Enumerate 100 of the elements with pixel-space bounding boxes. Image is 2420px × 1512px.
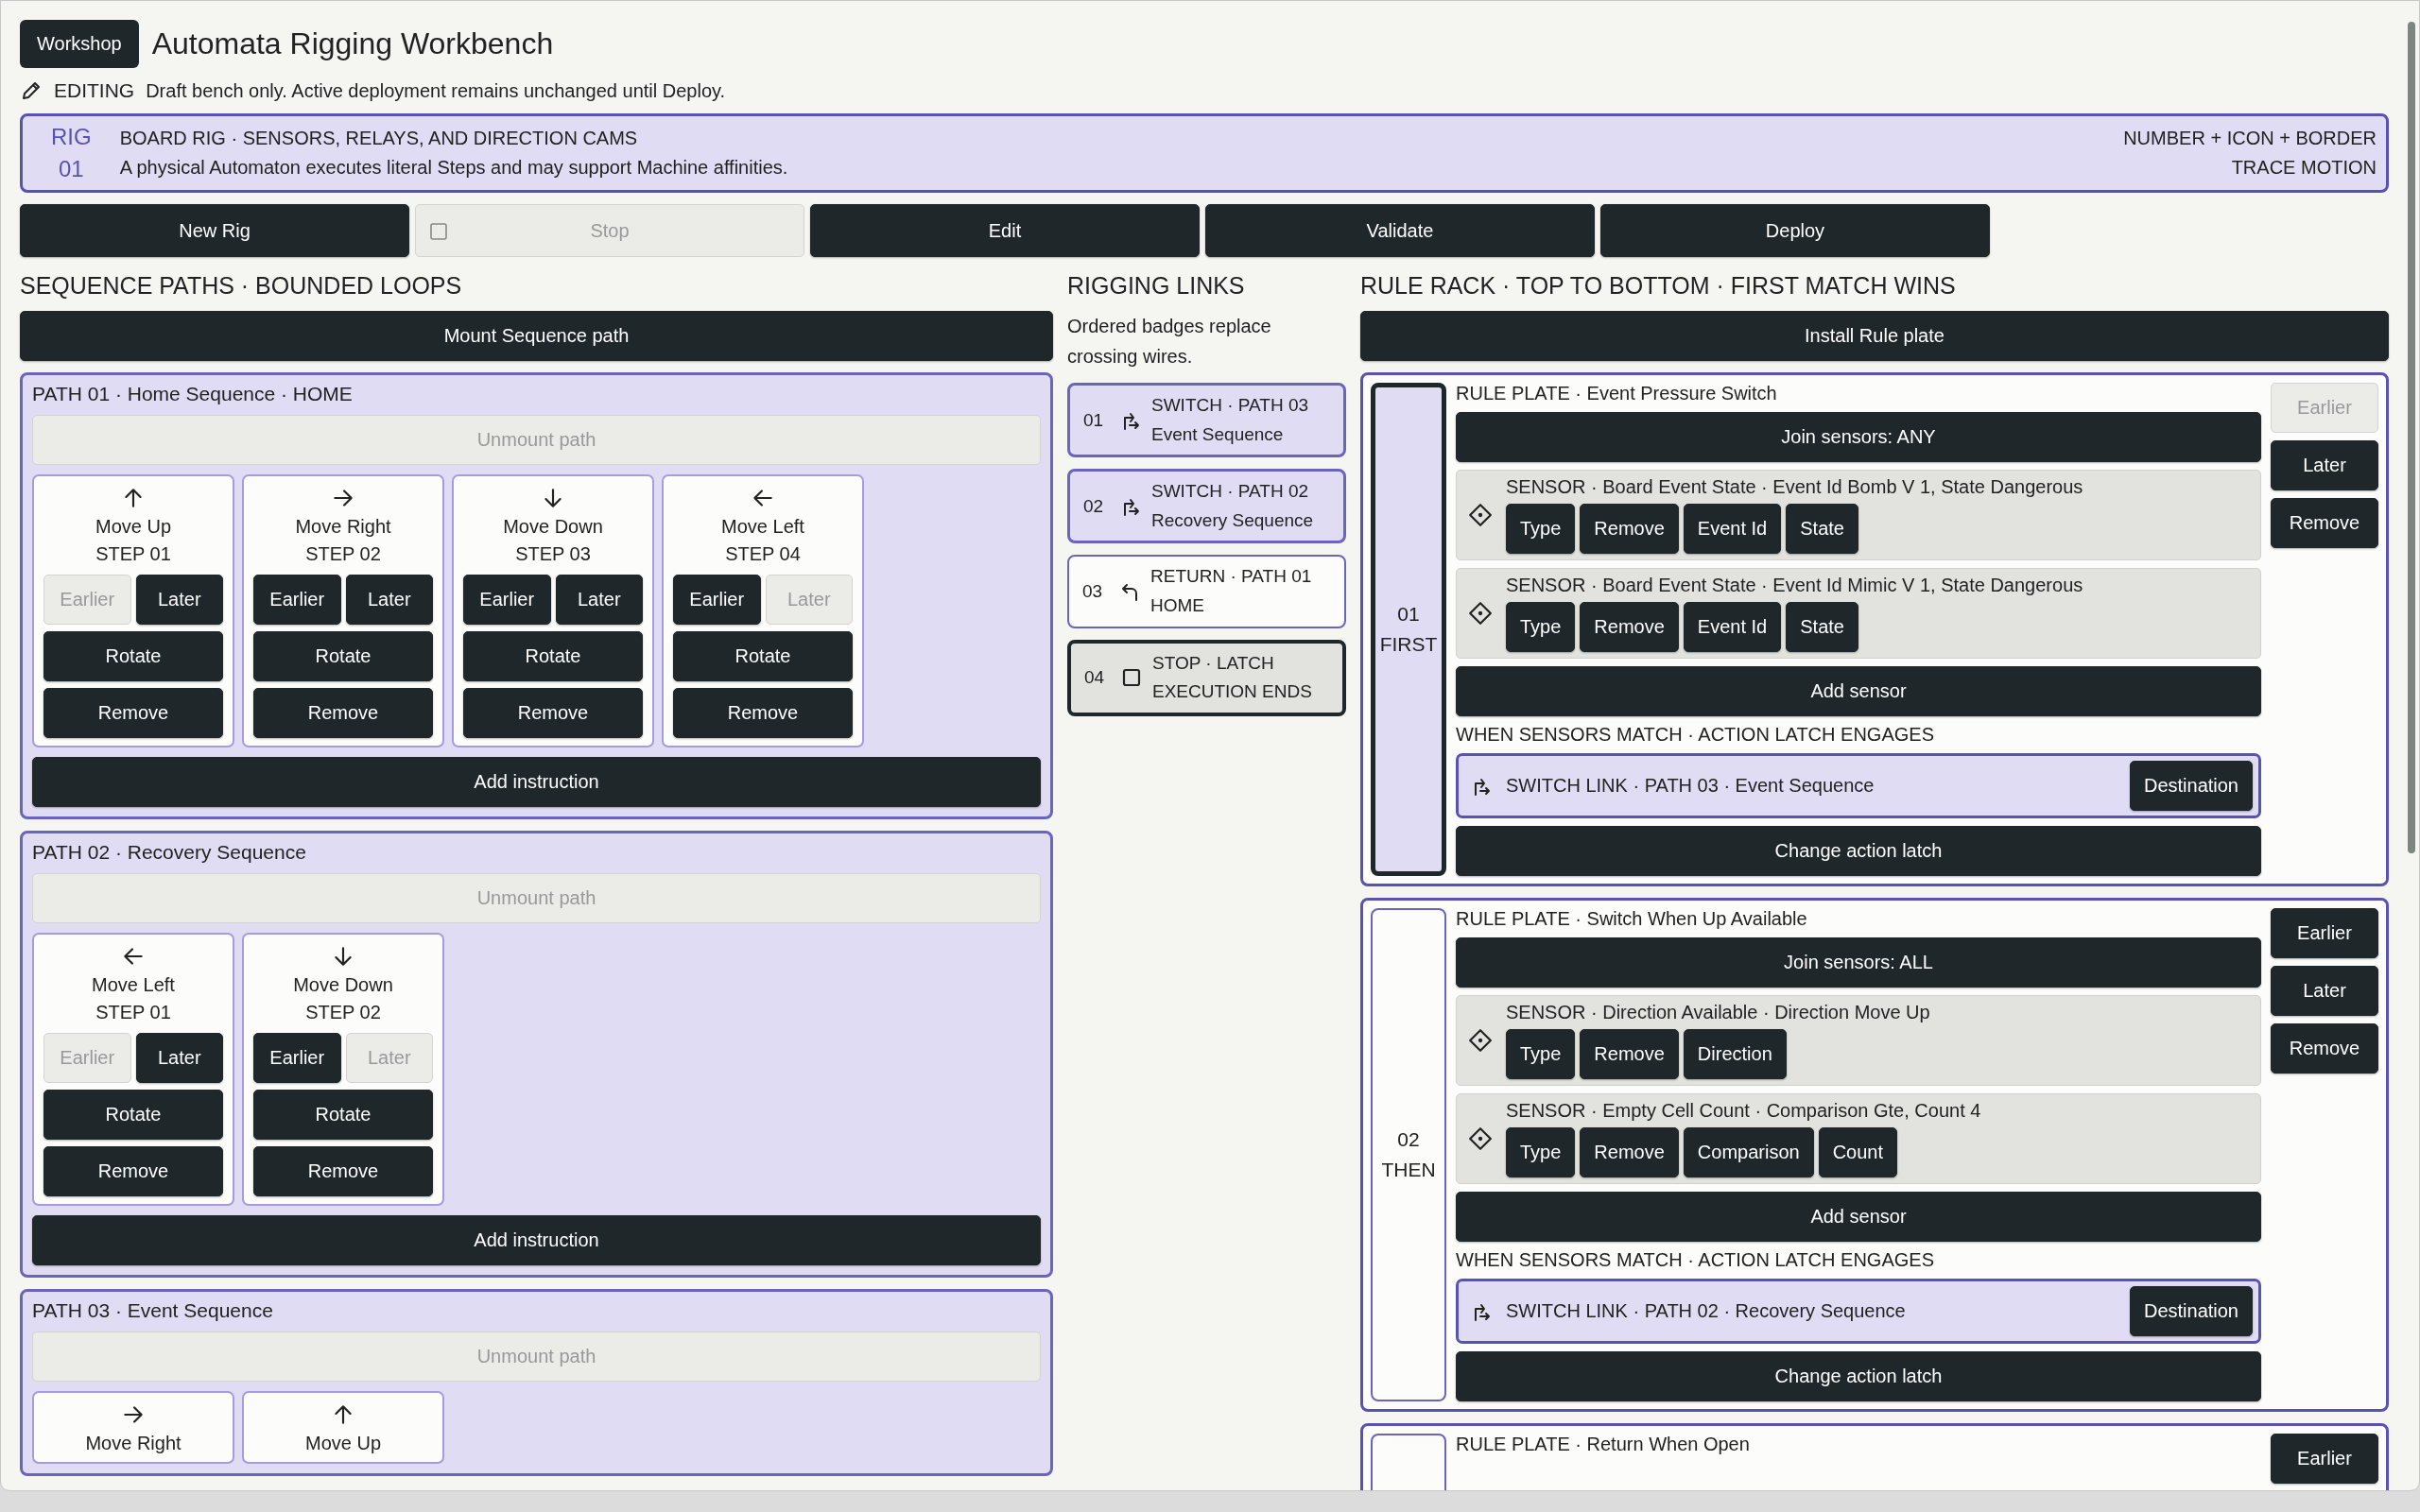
rotate-button[interactable]: Rotate bbox=[673, 631, 853, 681]
action-button[interactable]: Edit bbox=[810, 204, 1200, 257]
step-name: Move Left bbox=[721, 516, 804, 538]
sensor-button[interactable]: Type bbox=[1506, 504, 1576, 554]
rotate-button[interactable]: Rotate bbox=[43, 1090, 223, 1140]
destination-button[interactable]: Destination bbox=[2129, 1286, 2253, 1336]
link-badge[interactable]: 03 RETURN · PATH 01 HOME bbox=[1067, 555, 1346, 628]
action-button[interactable]: Validate bbox=[1205, 204, 1595, 257]
change-latch-button[interactable]: Change action latch bbox=[1456, 1351, 2261, 1401]
link-number: 03 bbox=[1082, 580, 1104, 602]
rig-number: 01 bbox=[59, 156, 84, 182]
add-instruction-button[interactable]: Add instruction bbox=[32, 1215, 1041, 1265]
sensor-button[interactable]: Remove bbox=[1580, 602, 1679, 652]
mount-path-button[interactable]: Mount Sequence path bbox=[20, 311, 1053, 361]
destination-button[interactable]: Destination bbox=[2129, 761, 2253, 811]
link-title: STOP · LATCH bbox=[1152, 651, 1275, 675]
sensor-button[interactable]: Event Id bbox=[1683, 504, 1782, 554]
reorder-button[interactable]: Earlier bbox=[463, 575, 551, 625]
step-name: Move Down bbox=[503, 516, 603, 538]
sensor-button[interactable]: Comparison bbox=[1683, 1127, 1814, 1177]
rotate-button[interactable]: Rotate bbox=[253, 1090, 433, 1140]
action-heading: WHEN SENSORS MATCH · ACTION LATCH ENGAGES bbox=[1456, 1249, 1935, 1271]
link-number: 04 bbox=[1084, 667, 1106, 689]
add-sensor-button[interactable]: Add sensor bbox=[1456, 666, 2261, 716]
scrollbar[interactable] bbox=[2408, 22, 2415, 853]
sensor-button[interactable]: Type bbox=[1506, 602, 1576, 652]
sensor-button[interactable]: Type bbox=[1506, 1127, 1576, 1177]
link-badge[interactable]: 01 SWITCH · PATH 03 Event Sequence bbox=[1067, 383, 1346, 458]
reorder-button[interactable]: Later bbox=[135, 1033, 223, 1083]
plate-order-button[interactable]: Remove bbox=[2271, 1023, 2378, 1074]
sensor-text: SENSOR · Direction Available · Direction Move Up bbox=[1506, 1002, 1930, 1023]
rotate-button[interactable]: Rotate bbox=[253, 631, 433, 681]
action-text: SWITCH LINK · PATH 02 · Recovery Sequence bbox=[1506, 1300, 1907, 1322]
install-rule-button[interactable]: Install Rule plate bbox=[1360, 311, 2389, 361]
link-badge[interactable]: 02 SWITCH · PATH 02 Recovery Sequence bbox=[1067, 469, 1346, 544]
remove-button[interactable]: Remove bbox=[43, 688, 223, 738]
remove-button[interactable]: Remove bbox=[253, 1146, 433, 1196]
sensor-text: SENSOR · Board Event State · Event Id Bomb V 1, State Dangerous bbox=[1506, 476, 2083, 498]
reorder-button[interactable]: Later bbox=[345, 575, 433, 625]
diamond-icon bbox=[1468, 503, 1493, 527]
change-latch-button[interactable]: Change action latch bbox=[1456, 826, 2261, 876]
plate-order-button[interactable]: Remove bbox=[2271, 498, 2378, 548]
plate-order-button[interactable]: Later bbox=[2271, 966, 2378, 1016]
sensor-text: SENSOR · Board Event State · Event Id Mimic V 1, State Dangerous bbox=[1506, 575, 2083, 596]
action-button[interactable]: Deploy bbox=[1600, 204, 1990, 257]
sensor-button[interactable]: Remove bbox=[1580, 1127, 1679, 1177]
page-title: Automata Rigging Workbench bbox=[151, 26, 554, 61]
reorder-button[interactable]: Earlier bbox=[253, 575, 341, 625]
rotate-button[interactable]: Rotate bbox=[463, 631, 643, 681]
rank-tab[interactable]: 01 FIRST bbox=[1371, 383, 1446, 876]
step-number: STEP 04 bbox=[725, 543, 801, 565]
step-number: STEP 02 bbox=[305, 543, 381, 565]
remove-button[interactable]: Remove bbox=[43, 1146, 223, 1196]
add-sensor-button[interactable]: Add sensor bbox=[1456, 1192, 2261, 1242]
rank-tab[interactable]: 02 THEN bbox=[1371, 908, 1446, 1401]
sensor-button[interactable]: State bbox=[1786, 602, 1858, 652]
remove-button[interactable]: Remove bbox=[673, 688, 853, 738]
diamond-icon bbox=[1468, 601, 1493, 626]
path-title: PATH 02 · Recovery Sequence bbox=[32, 841, 307, 864]
step-number: STEP 03 bbox=[515, 543, 591, 565]
plate-order-button[interactable]: Earlier bbox=[2271, 908, 2378, 958]
plate-title: RULE PLATE · Event Pressure Switch bbox=[1456, 383, 1778, 404]
join-sensors-button[interactable]: Join sensors: ANY bbox=[1456, 412, 2261, 462]
step-name: Move Up bbox=[305, 1433, 381, 1454]
action-text: SWITCH LINK · PATH 03 · Event Sequence bbox=[1506, 775, 1876, 797]
link-badge[interactable]: 04 STOP · LATCH EXECUTION ENDS bbox=[1067, 639, 1346, 716]
reorder-button[interactable]: Later bbox=[555, 575, 643, 625]
reorder-button[interactable]: Earlier bbox=[673, 575, 761, 625]
sensor-button[interactable]: Count bbox=[1818, 1127, 1898, 1177]
add-instruction-button[interactable]: Add instruction bbox=[32, 757, 1041, 807]
remove-button[interactable]: Remove bbox=[463, 688, 643, 738]
rotate-button[interactable]: Rotate bbox=[43, 631, 223, 681]
link-title: RETURN · PATH 01 bbox=[1150, 565, 1312, 589]
step-number: STEP 01 bbox=[95, 1002, 171, 1023]
reorder-button[interactable]: Later bbox=[135, 575, 223, 625]
step-number: STEP 01 bbox=[95, 543, 171, 565]
sensor-button[interactable]: Remove bbox=[1580, 504, 1679, 554]
section-heading: RULE RACK · TOP TO BOTTOM · FIRST MATCH WINS bbox=[1360, 272, 1957, 300]
plate-order-button[interactable]: Later bbox=[2271, 440, 2378, 490]
sensor-button[interactable]: Direction bbox=[1683, 1029, 1787, 1079]
rank-tab[interactable] bbox=[1371, 1434, 1446, 1490]
reorder-button[interactable]: Earlier bbox=[253, 1033, 341, 1083]
plate-order-button[interactable]: Earlier bbox=[2271, 1434, 2378, 1484]
mode-note: Draft bench only. Active deployment remains unchanged until Deploy. bbox=[146, 79, 726, 102]
sensor-button[interactable]: Type bbox=[1506, 1029, 1576, 1079]
link-title: SWITCH · PATH 03 bbox=[1151, 394, 1309, 417]
rig-label: RIG bbox=[51, 124, 92, 150]
remove-button[interactable]: Remove bbox=[253, 688, 433, 738]
plate-title: RULE PLATE · Return When Open bbox=[1456, 1434, 1751, 1455]
links-note: Ordered badges replace crossing wires. bbox=[1067, 315, 1272, 369]
rig-title: BOARD RIG · SENSORS, RELAYS, AND DIRECTION CAMS bbox=[119, 128, 639, 149]
step-name: Move Right bbox=[85, 1433, 182, 1454]
sensor-button[interactable]: Event Id bbox=[1683, 602, 1782, 652]
sensor-button[interactable]: Remove bbox=[1580, 1029, 1679, 1079]
workshop-badge[interactable]: Workshop bbox=[20, 20, 139, 68]
sensor-button[interactable]: State bbox=[1786, 504, 1858, 554]
link-number: 02 bbox=[1083, 495, 1105, 517]
action-button[interactable]: New Rig bbox=[20, 204, 409, 257]
mode-label: EDITING bbox=[54, 79, 135, 102]
join-sensors-button[interactable]: Join sensors: ALL bbox=[1456, 937, 2261, 988]
